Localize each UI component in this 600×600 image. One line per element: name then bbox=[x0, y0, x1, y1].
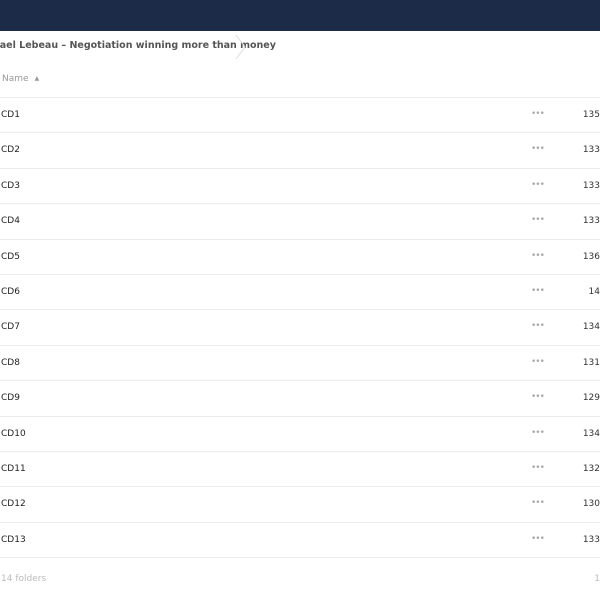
folder-size: 135 bbox=[582, 110, 600, 120]
list-header: Name ▲ bbox=[0, 63, 600, 98]
folder-name[interactable]: CD3 bbox=[1, 181, 20, 191]
more-actions-icon[interactable]: ••• bbox=[531, 357, 545, 367]
folder-name[interactable]: CD12 bbox=[1, 499, 26, 509]
list-footer: 14 folders 1 bbox=[0, 565, 600, 595]
folder-size: 134 bbox=[582, 428, 600, 439]
more-actions-icon[interactable]: ••• bbox=[531, 321, 545, 331]
folder-name[interactable]: CD2 bbox=[1, 145, 20, 155]
total-size: 1 bbox=[594, 574, 600, 584]
folder-size: 130 bbox=[582, 499, 600, 510]
more-actions-icon[interactable]: ••• bbox=[531, 534, 545, 544]
table-row[interactable]: CD2 ••• 133 bbox=[0, 133, 600, 169]
folder-name[interactable]: CD4 bbox=[1, 216, 20, 226]
more-actions-icon[interactable]: ••• bbox=[531, 428, 545, 438]
folder-size: 136 bbox=[582, 251, 600, 262]
more-actions-icon[interactable]: ••• bbox=[531, 286, 545, 296]
table-row[interactable]: CD10 ••• 134 bbox=[0, 417, 600, 452]
more-actions-icon[interactable]: ••• bbox=[531, 463, 545, 473]
folder-size: 132 bbox=[582, 463, 600, 474]
table-row[interactable]: CD5 ••• 136 bbox=[0, 240, 600, 275]
folder-size: 134 bbox=[582, 322, 600, 333]
table-row[interactable]: CD8 ••• 131 bbox=[0, 346, 600, 382]
sort-ascending-icon: ▲ bbox=[34, 75, 40, 82]
folder-name[interactable]: CD10 bbox=[1, 429, 26, 439]
table-row[interactable]: CD9 ••• 129 bbox=[0, 381, 600, 417]
more-actions-icon[interactable]: ••• bbox=[531, 215, 545, 225]
table-row[interactable]: CD6 ••• 14 bbox=[0, 275, 600, 311]
folder-name[interactable]: CD13 bbox=[1, 535, 26, 545]
folder-name[interactable]: CD8 bbox=[1, 358, 20, 368]
more-actions-icon[interactable]: ••• bbox=[531, 392, 545, 402]
folder-name[interactable]: CD7 bbox=[1, 322, 20, 332]
more-actions-icon[interactable]: ••• bbox=[531, 144, 545, 154]
file-list: CD1 ••• 135 CD2 ••• 133 CD3 ••• 133 CD4 … bbox=[0, 98, 600, 559]
table-row[interactable]: CD3 ••• 133 bbox=[0, 169, 600, 205]
folder-count: 14 folders bbox=[1, 574, 47, 584]
table-row[interactable]: CD12 ••• 130 bbox=[0, 487, 600, 523]
sort-by-name-button[interactable]: Name ▲ bbox=[2, 74, 39, 84]
breadcrumb: hael Lebeau – Negotiation winning more t… bbox=[0, 31, 600, 63]
table-row[interactable]: CD11 ••• 132 bbox=[0, 452, 600, 488]
folder-name[interactable]: CD5 bbox=[1, 252, 20, 262]
folder-size: 133 bbox=[582, 534, 600, 545]
more-actions-icon[interactable]: ••• bbox=[531, 498, 545, 508]
folder-size: 133 bbox=[582, 216, 600, 227]
name-column-label: Name bbox=[2, 74, 29, 84]
more-actions-icon[interactable]: ••• bbox=[531, 251, 545, 261]
folder-size: 14 bbox=[588, 286, 600, 297]
folder-name[interactable]: CD6 bbox=[1, 287, 20, 297]
table-row[interactable]: CD13 ••• 133 bbox=[0, 523, 600, 559]
table-row[interactable]: CD1 ••• 135 bbox=[0, 98, 600, 134]
more-actions-icon[interactable]: ••• bbox=[531, 109, 545, 119]
table-row[interactable]: CD7 ••• 134 bbox=[0, 310, 600, 346]
table-row[interactable]: CD4 ••• 133 bbox=[0, 204, 600, 240]
folder-size: 133 bbox=[582, 145, 600, 156]
more-actions-icon[interactable]: ••• bbox=[531, 180, 545, 190]
breadcrumb-chevron-icon bbox=[235, 34, 246, 60]
folder-name[interactable]: CD9 bbox=[1, 393, 20, 403]
folder-name[interactable]: CD11 bbox=[1, 464, 26, 474]
folder-size: 129 bbox=[582, 393, 600, 404]
folder-size: 131 bbox=[582, 357, 600, 368]
folder-size: 133 bbox=[582, 180, 600, 191]
top-header-bar bbox=[0, 0, 600, 31]
folder-name[interactable]: CD1 bbox=[1, 110, 20, 120]
